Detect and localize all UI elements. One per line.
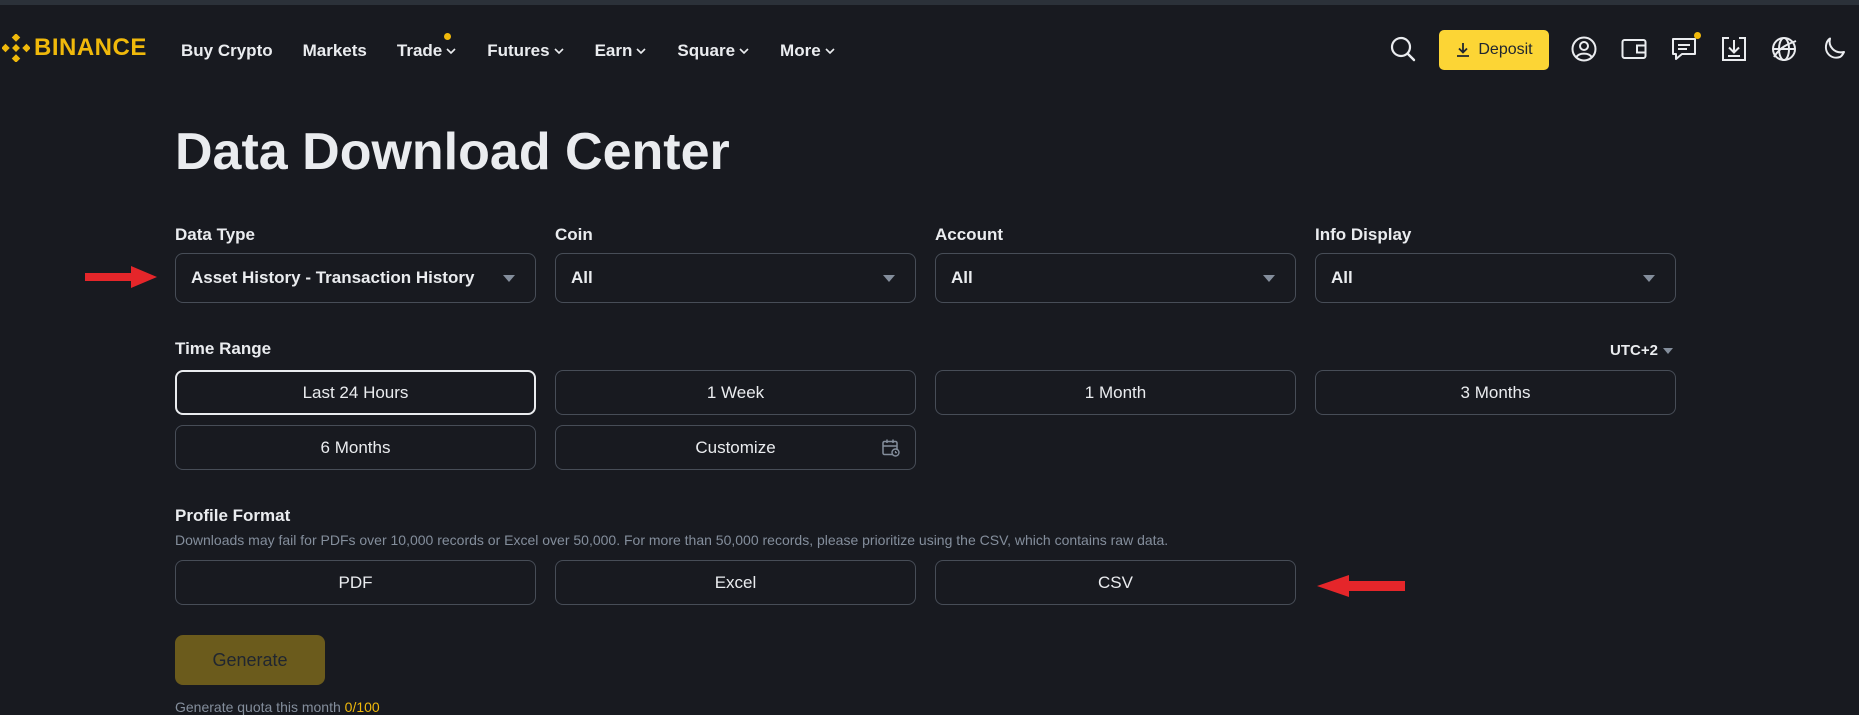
chevron-down-icon (636, 48, 646, 55)
time-range-label: Time Range (175, 339, 272, 358)
chevron-down-icon (554, 48, 564, 55)
option-label: 6 Months (320, 437, 391, 457)
profile-format-hint: Downloads may fail for PDFs over 10,000 … (175, 532, 1169, 548)
account-select[interactable]: All (935, 253, 1296, 303)
nav-label: Trade (396, 41, 443, 60)
nav-item-markets[interactable]: Markets (303, 41, 367, 61)
time-range-1-week[interactable]: 1 Week (555, 370, 916, 415)
nav-item-earn[interactable]: Earn (595, 41, 648, 61)
nav-item-square[interactable]: Square (677, 41, 750, 61)
caret-down-icon (1263, 275, 1275, 282)
nav-label: Earn (594, 41, 633, 60)
nav-label: Buy Crypto (181, 41, 273, 60)
nav-item-more[interactable]: More (780, 41, 836, 61)
notification-dot (444, 33, 452, 40)
app-download-icon[interactable] (1720, 35, 1748, 63)
user-icon[interactable] (1570, 35, 1598, 63)
account-label: Account (935, 225, 1003, 244)
option-label: Customize (695, 437, 776, 457)
info-display-value: All (1331, 268, 1353, 287)
option-label: 1 Week (706, 382, 765, 402)
time-range-6-months[interactable]: 6 Months (175, 425, 536, 470)
time-range-last-24-hours[interactable]: Last 24 Hours (175, 370, 536, 415)
wallet-icon[interactable] (1620, 35, 1648, 63)
nav-item-futures[interactable]: Futures (487, 41, 564, 61)
nav-item-trade[interactable]: Trade (396, 33, 457, 61)
messages-icon[interactable] (1670, 32, 1701, 63)
data-type-value: Asset History - Transaction History (191, 268, 475, 287)
globe-icon[interactable] (1770, 35, 1798, 63)
data-type-select[interactable]: Asset History - Transaction History (175, 253, 536, 303)
time-range-1-month[interactable]: 1 Month (935, 370, 1296, 415)
chevron-down-icon (446, 48, 456, 55)
header: BINANCE Buy Crypto Markets Trade Futures… (0, 5, 1859, 85)
moon-icon[interactable] (1820, 35, 1848, 63)
time-range-customize[interactable]: Customize (555, 425, 916, 470)
generate-label: Generate (212, 649, 288, 670)
generate-quota: Generate quota this month 0/100 (175, 699, 380, 715)
caret-down-icon (1643, 275, 1655, 282)
chevron-down-icon (739, 48, 749, 55)
time-range-3-months[interactable]: 3 Months (1315, 370, 1676, 415)
nav-item-buy-crypto[interactable]: Buy Crypto (181, 41, 273, 61)
deposit-label: Deposit (1478, 41, 1533, 58)
quota-value: 0/100 (344, 699, 380, 715)
page-title: Data Download Center (175, 123, 730, 181)
generate-button[interactable]: Generate (175, 635, 325, 685)
caret-down-icon (883, 275, 895, 282)
timezone-value: UTC+2 (1610, 342, 1658, 359)
format-pdf-button[interactable]: PDF (175, 560, 536, 605)
nav-label: Futures (487, 41, 550, 60)
option-label: 1 Month (1084, 382, 1147, 402)
coin-value: All (571, 268, 593, 287)
data-type-label: Data Type (175, 225, 255, 244)
logo[interactable]: BINANCE (2, 33, 147, 63)
option-label: Excel (714, 572, 757, 592)
annotation-arrow-right-icon (85, 266, 157, 288)
logo-text: BINANCE (34, 34, 147, 61)
nav-label: Markets (302, 41, 367, 60)
nav-label: Square (677, 41, 736, 60)
account-value: All (951, 268, 973, 287)
main-nav: Buy Crypto Markets Trade Futures Earn Sq… (181, 33, 866, 69)
timezone-select[interactable]: UTC+2 (1610, 342, 1673, 359)
option-label: 3 Months (1460, 382, 1531, 402)
notification-dot (1694, 32, 1701, 39)
download-icon (1457, 43, 1470, 57)
option-label: PDF (338, 572, 373, 592)
info-display-label: Info Display (1315, 225, 1412, 244)
caret-down-icon (1662, 347, 1673, 354)
search-icon[interactable] (1389, 35, 1417, 63)
coin-label: Coin (555, 225, 593, 244)
calendar-icon (882, 439, 900, 457)
info-display-select[interactable]: All (1315, 253, 1676, 303)
annotation-arrow-left-icon (1317, 575, 1405, 597)
quota-text: Generate quota this month (175, 699, 341, 715)
coin-select[interactable]: All (555, 253, 916, 303)
profile-format-label: Profile Format (175, 506, 291, 525)
caret-down-icon (503, 275, 515, 282)
option-label: Last 24 Hours (302, 382, 409, 402)
binance-logo-icon (2, 34, 30, 62)
option-label: CSV (1098, 572, 1133, 592)
format-csv-button[interactable]: CSV (935, 560, 1296, 605)
nav-label: More (780, 41, 821, 60)
deposit-button[interactable]: Deposit (1439, 30, 1549, 70)
chevron-down-icon (825, 48, 835, 55)
format-excel-button[interactable]: Excel (555, 560, 916, 605)
